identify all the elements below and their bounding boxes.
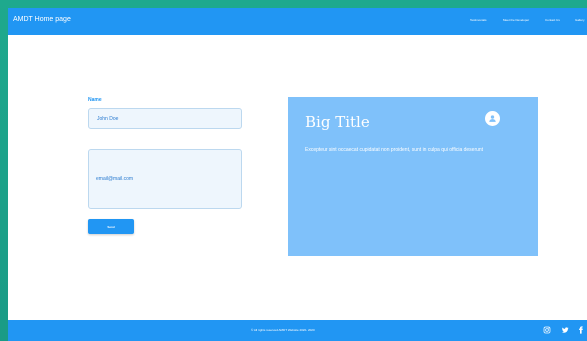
nav-gallery[interactable]: Gallery <box>575 18 585 22</box>
nav-contact-us[interactable]: Contact Us <box>545 18 560 22</box>
nav-meet-developer[interactable]: Meet the Developer <box>503 18 529 22</box>
page: AMDT Home page Testimonials Meet the Dev… <box>8 8 587 341</box>
copyright-text: © All rights reserved AMDT Website 2020-… <box>251 328 315 332</box>
email-value: email@mail.com <box>96 176 134 182</box>
footer: © All rights reserved AMDT Website 2020-… <box>8 320 587 341</box>
card-text: Excepteur sint occaecat cupidatat non pr… <box>305 147 484 153</box>
facebook-icon[interactable] <box>576 325 586 335</box>
email-field[interactable]: email@mail.com <box>88 149 242 209</box>
name-label: Name <box>88 97 102 103</box>
header: AMDT Home page Testimonials Meet the Dev… <box>8 8 587 35</box>
send-button[interactable]: Send <box>88 219 134 234</box>
user-icon <box>485 111 500 126</box>
twitter-icon[interactable] <box>560 325 570 335</box>
brand-link[interactable]: AMDT Home page <box>13 16 71 23</box>
nav-testimonials[interactable]: Testimonials <box>470 18 487 22</box>
name-field[interactable]: John Doe <box>88 108 242 129</box>
card-title: Big Title <box>305 113 370 131</box>
info-card: Big Title Excepteur sint occaecat cupida… <box>288 97 538 256</box>
instagram-icon[interactable] <box>542 325 552 335</box>
